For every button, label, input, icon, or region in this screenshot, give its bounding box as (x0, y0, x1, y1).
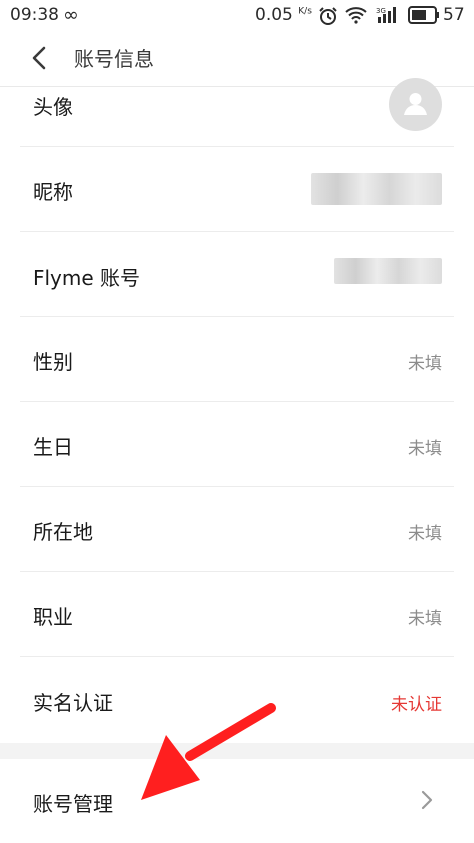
account-management-label: 账号管理 (33, 792, 113, 816)
chevron-left-icon[interactable] (26, 45, 52, 71)
wifi-icon (345, 7, 367, 24)
flyme-account-value-redacted (334, 258, 442, 284)
status-time: 09:38 (10, 5, 59, 25)
svg-text:3G: 3G (376, 7, 386, 15)
signal-3g-icon: 3G (376, 7, 396, 23)
verification-status-badge: 未认证 (391, 695, 442, 715)
row-label-nickname: 昵称 (33, 180, 73, 204)
row-label-gender: 性别 (33, 350, 73, 374)
row-occupation[interactable]: 职业 未填 (0, 572, 474, 656)
row-label-real-name: 实名认证 (33, 691, 113, 715)
row-real-name-verification[interactable]: 实名认证 未认证 (0, 657, 474, 743)
net-speed-value: 0.05 (255, 5, 293, 25)
row-gender[interactable]: 性别 未填 (0, 317, 474, 401)
row-label-avatar: 头像 (33, 95, 73, 119)
row-value-occupation: 未填 (408, 609, 442, 629)
net-speed-unit: K/s (298, 6, 312, 17)
page-title: 账号信息 (74, 47, 154, 71)
net-speed: 0.05 K/s (255, 5, 312, 25)
row-birthday[interactable]: 生日 未填 (0, 402, 474, 486)
section-gap (0, 743, 474, 759)
row-value-location: 未填 (408, 524, 442, 544)
row-label-flyme-account: Flyme 账号 (33, 266, 141, 290)
account-management-item[interactable]: 账号管理 (0, 759, 474, 843)
infinity-icon: ∞ (63, 4, 79, 26)
row-location[interactable]: 所在地 未填 (0, 487, 474, 571)
nickname-value-redacted (311, 173, 442, 205)
row-nickname[interactable]: 昵称 (0, 147, 474, 231)
row-label-occupation: 职业 (33, 605, 73, 629)
row-value-birthday: 未填 (408, 439, 442, 459)
alarm-icon (319, 7, 337, 25)
person-icon (404, 93, 427, 115)
status-bar: 09:38 ∞ 0.05 K/s 3G 57 (0, 0, 474, 30)
row-label-birthday: 生日 (33, 435, 73, 459)
battery-icon (408, 6, 439, 24)
row-label-location: 所在地 (33, 520, 93, 544)
chevron-right-icon (421, 790, 433, 810)
avatar[interactable] (389, 78, 442, 131)
row-value-gender: 未填 (408, 354, 442, 374)
battery-level: 57 (443, 5, 465, 25)
row-flyme-account[interactable]: Flyme 账号 (0, 232, 474, 316)
